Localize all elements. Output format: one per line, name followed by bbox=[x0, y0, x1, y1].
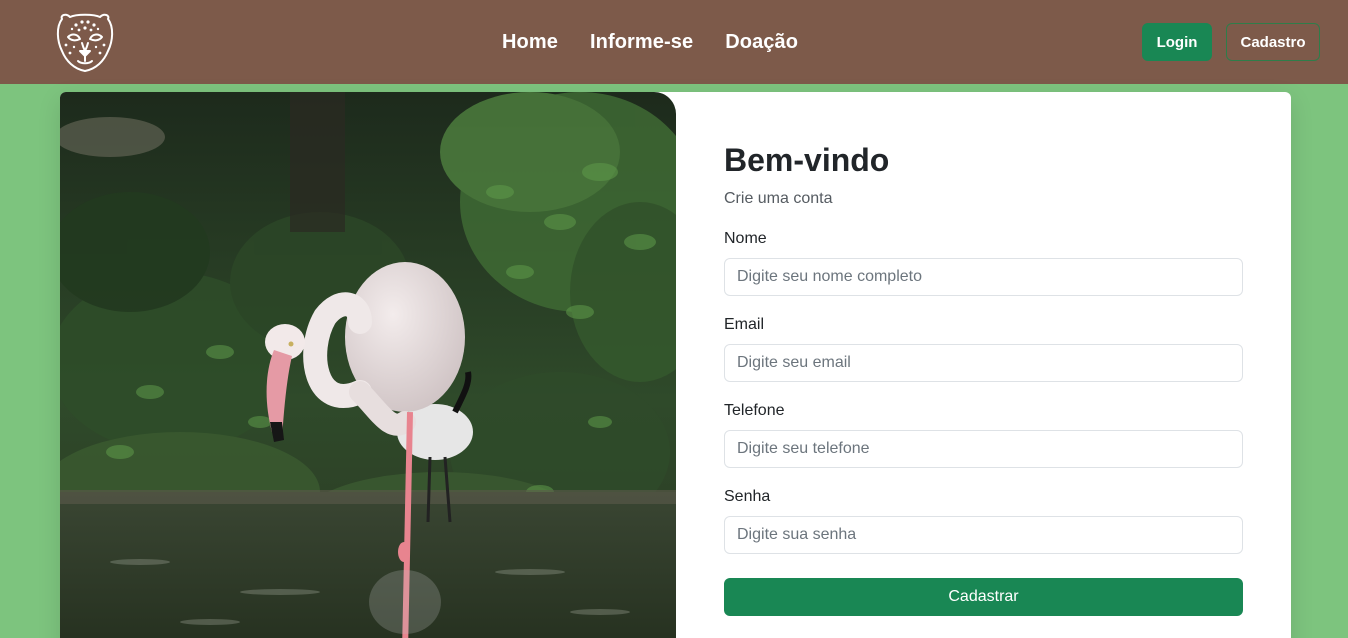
password-input[interactable] bbox=[724, 516, 1243, 554]
password-label: Senha bbox=[724, 488, 771, 505]
email-label: Email bbox=[724, 316, 765, 333]
nav-link-informe-se[interactable]: Informe-se bbox=[590, 31, 693, 54]
name-label: Nome bbox=[724, 230, 767, 247]
jaguar-head-icon[interactable] bbox=[54, 11, 116, 73]
submit-button[interactable]: Cadastrar bbox=[724, 578, 1243, 616]
login-button[interactable]: Login bbox=[1142, 23, 1212, 61]
name-input[interactable] bbox=[724, 258, 1243, 296]
navbar: Home Informe-se Doação Login Cadastro bbox=[0, 0, 1348, 84]
form-title: Bem-vindo bbox=[724, 142, 890, 178]
main-nav: Home Informe-se Doação bbox=[502, 0, 798, 84]
phone-input[interactable] bbox=[724, 430, 1243, 468]
form-subtitle: Crie uma conta bbox=[724, 190, 833, 207]
signup-card: Bem-vindo Crie uma conta Nome Email Tele… bbox=[60, 92, 1291, 638]
phone-label: Telefone bbox=[724, 402, 785, 419]
flamingo-photo bbox=[60, 92, 676, 638]
email-input[interactable] bbox=[724, 344, 1243, 382]
cadastro-button[interactable]: Cadastro bbox=[1226, 23, 1320, 61]
nav-link-home[interactable]: Home bbox=[502, 31, 558, 54]
nav-link-doacao[interactable]: Doação bbox=[725, 31, 798, 54]
